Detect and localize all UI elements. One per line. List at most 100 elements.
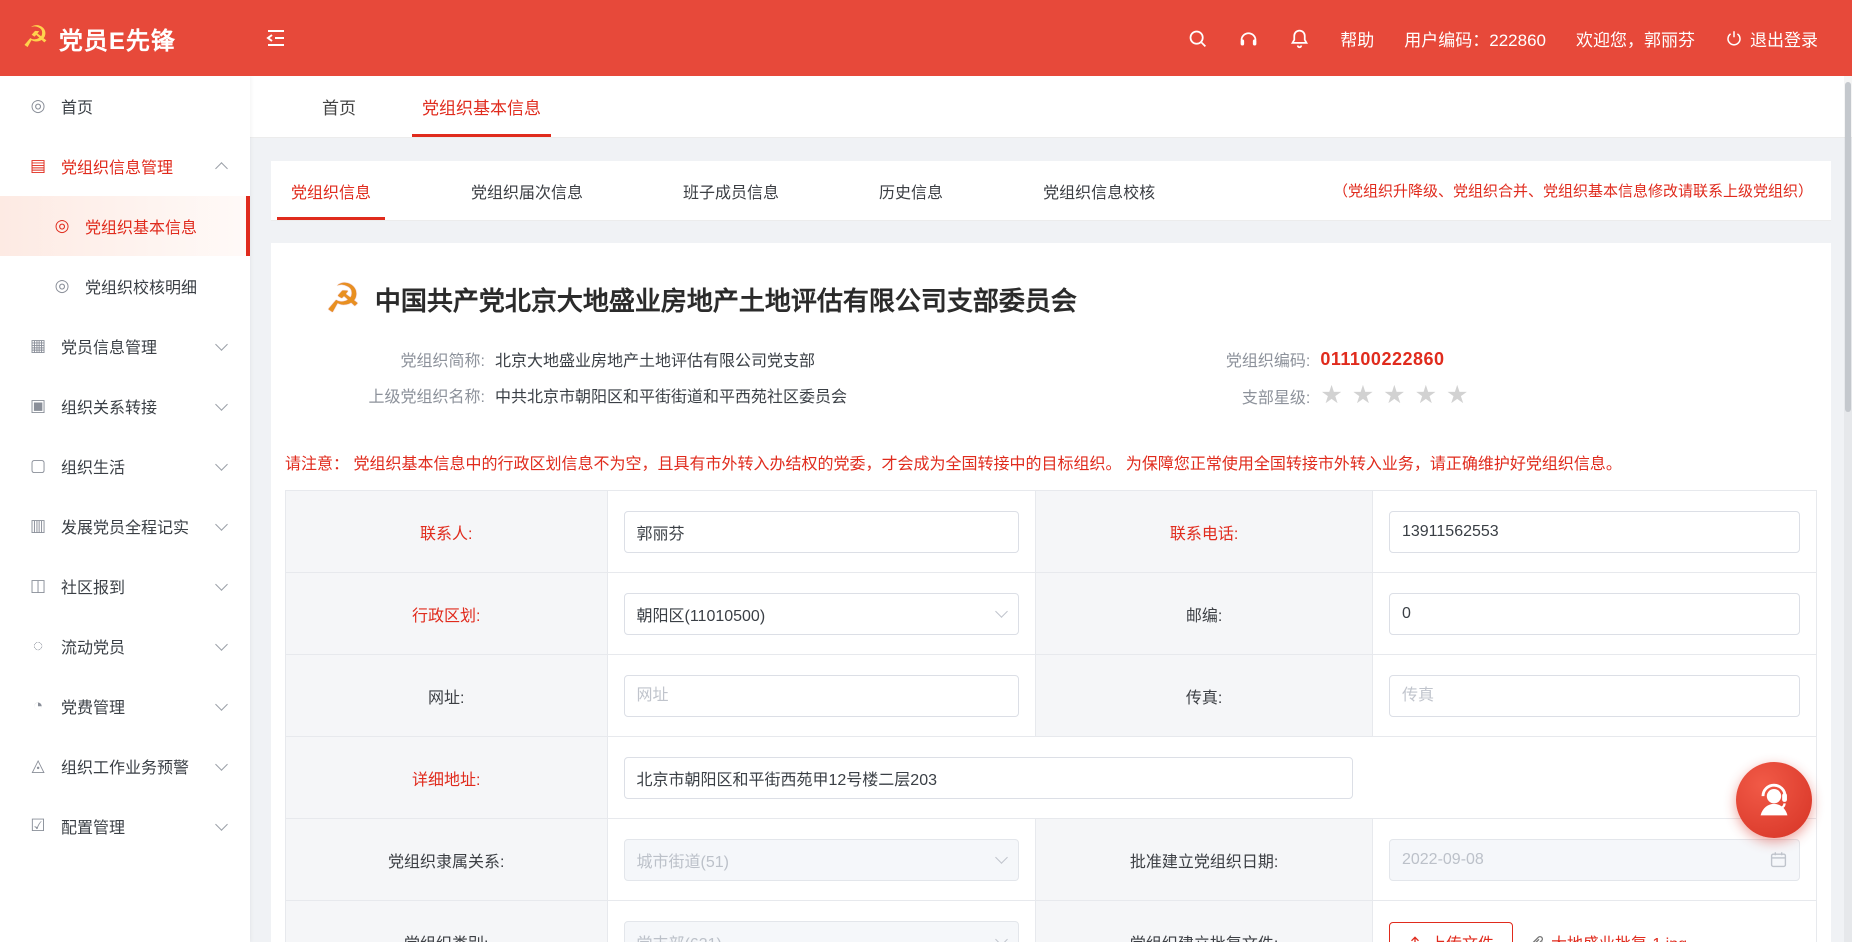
chevron-down-icon (215, 698, 228, 711)
sidebar-item-home[interactable]: ◎ 首页 (0, 76, 250, 136)
approval-date-input[interactable]: 2022-09-08 (1389, 839, 1800, 881)
subtab-org-info[interactable]: 党组织信息 (285, 161, 377, 220)
sidebar-item-org-basic-info[interactable]: ◎ 党组织基本信息 (0, 196, 250, 256)
scrollbar-thumb[interactable] (1845, 82, 1851, 412)
chevron-up-icon (215, 162, 228, 175)
bell-icon[interactable] (1289, 28, 1310, 49)
parent-org-value: 中共北京市朝阳区和平街街道和平西苑社区委员会 (495, 383, 847, 407)
org-title: 中国共产党北京大地盛业房地产土地评估有限公司支部委员会 (375, 281, 1077, 318)
grid-icon: ▦ (28, 336, 48, 356)
website-input[interactable] (624, 675, 1020, 717)
sidebar-item-fee-mgmt[interactable]: ◔ 党费管理 (0, 676, 250, 736)
fax-input[interactable] (1389, 675, 1800, 717)
chevron-down-icon (215, 818, 228, 831)
upload-file-button[interactable]: 上传文件 (1389, 922, 1513, 942)
logout-button[interactable]: 退出登录 (1725, 26, 1818, 51)
brand: ☭ 党员E先锋 (0, 21, 250, 56)
sidebar-item-org-info-mgmt[interactable]: ▤ 党组织信息管理 (0, 136, 250, 196)
org-category-select[interactable]: 党支部(631) (624, 921, 1020, 942)
approval-file-label: 党组织建立批复文件: (1036, 901, 1373, 942)
sidebar-item-config-mgmt[interactable]: ☑ 配置管理 (0, 796, 250, 856)
notebook-icon: ▥ (28, 516, 48, 536)
chevron-down-icon (215, 338, 228, 351)
sidebar-item-org-check-detail[interactable]: ◎ 党组织校核明细 (0, 256, 250, 316)
party-emblem-icon: ☭ (22, 23, 49, 53)
fax-label: 传真: (1036, 655, 1373, 737)
tab-org-basic-info[interactable]: 党组织基本信息 (412, 76, 551, 137)
sidebar-item-community-checkin[interactable]: ◫ 社区报到 (0, 556, 250, 616)
app-root: ☭ 党员E先锋 帮助 用户编码：222860 欢迎您，郭丽芬 退出登录 (0, 0, 1852, 942)
collapse-sidebar-icon[interactable] (264, 26, 288, 50)
welcome-text: 欢迎您，郭丽芬 (1576, 26, 1695, 51)
tab-home[interactable]: 首页 (312, 76, 366, 137)
contact-label: 联系人: (286, 491, 608, 573)
sidebar-item-mobile-member[interactable]: ◌ 流动党员 (0, 616, 250, 676)
sidebar-item-member-info-mgmt[interactable]: ▦ 党员信息管理 (0, 316, 250, 376)
chevron-down-icon (995, 933, 1008, 942)
address-input[interactable] (624, 757, 1353, 799)
chevron-down-icon (215, 578, 228, 591)
help-link[interactable]: 帮助 (1340, 26, 1374, 51)
sidebar: ◎ 首页 ▤ 党组织信息管理 ◎ 党组织基本信息 ◎ 党组织校核明细 ▦ 党员信… (0, 76, 250, 942)
address-label: 详细地址: (286, 737, 608, 819)
chevron-down-icon (995, 851, 1008, 864)
paperclip-icon (1529, 934, 1545, 942)
attachment-link[interactable]: 大地盛业批复-1.jpg (1529, 930, 1687, 942)
party-emblem-icon: ☭ (325, 279, 361, 319)
form-row: 详细地址: (286, 737, 1817, 819)
sidebar-item-org-life[interactable]: ▢ 组织生活 (0, 436, 250, 496)
circle-icon: ◎ (52, 216, 72, 236)
upload-icon (1408, 935, 1422, 942)
search-icon[interactable] (1187, 28, 1208, 49)
subtab-org-term-info[interactable]: 党组织届次信息 (465, 161, 589, 220)
circle-icon: ◎ (52, 276, 72, 296)
home-icon: ◎ (28, 96, 48, 116)
chevron-down-icon (215, 398, 228, 411)
customer-service-button[interactable] (1736, 762, 1812, 838)
postcode-input[interactable] (1389, 593, 1800, 635)
subtab-notice: （党组织升降级、党组织合并、党组织基本信息修改请联系上级党组织） (1333, 180, 1831, 201)
form-row: 网址: 传真: (286, 655, 1817, 737)
subtab-org-info-check[interactable]: 党组织信息校核 (1037, 161, 1161, 220)
sidebar-item-relation-transfer[interactable]: ▣ 组织关系转接 (0, 376, 250, 436)
approval-date-label: 批准建立党组织日期: (1036, 819, 1373, 901)
headset-person-icon (1751, 777, 1797, 823)
brand-title: 党员E先锋 (59, 21, 176, 56)
star-rating: ★★★★★ (1320, 383, 1477, 408)
people-icon: ◫ (28, 576, 48, 596)
contact-input[interactable] (624, 511, 1020, 553)
affiliation-select[interactable]: 城市街道(51) (624, 839, 1020, 881)
org-short-name-value: 北京大地盛业房地产土地评估有限公司党支部 (495, 347, 815, 371)
coin-icon: ◔ (28, 696, 48, 716)
calendar-icon (1770, 851, 1787, 868)
org-info-form: 联系人: 联系电话: 行政区划: 朝阳区(11010500) (285, 490, 1817, 942)
frame-icon: ▢ (28, 456, 48, 476)
page-tab-bar: 首页 党组织基本信息 (250, 76, 1852, 138)
form-row: 行政区划: 朝阳区(11010500) 邮编: (286, 573, 1817, 655)
chevron-down-icon (215, 458, 228, 471)
warning-icon: ◬ (28, 756, 48, 776)
sidebar-item-develop-member-record[interactable]: ▥ 发展党员全程记实 (0, 496, 250, 556)
user-code-text: 用户编码：222860 (1404, 26, 1546, 51)
dotted-circle-icon: ◌ (28, 636, 48, 656)
org-short-name-label: 党组织简称: (325, 347, 485, 371)
vertical-scrollbar[interactable] (1844, 76, 1852, 942)
parent-org-label: 上级党组织名称: (325, 383, 485, 407)
org-code-label: 党组织编码: (1190, 347, 1310, 371)
phone-input[interactable] (1389, 511, 1800, 553)
main-area: 首页 党组织基本信息 党组织信息 党组织届次信息 班子成员信息 历史信息 党组织… (250, 76, 1852, 942)
district-select[interactable]: 朝阳区(11010500) (624, 593, 1020, 635)
chevron-down-icon (215, 758, 228, 771)
sidebar-item-business-warning[interactable]: ◬ 组织工作业务预警 (0, 736, 250, 796)
logout-icon (1725, 29, 1743, 47)
subtab-team-member-info[interactable]: 班子成员信息 (677, 161, 785, 220)
org-code-value: 011100222860 (1320, 349, 1444, 370)
org-info-card: ☭ 中国共产党北京大地盛业房地产土地评估有限公司支部委员会 党组织简称: 北京大… (271, 243, 1831, 942)
postcode-label: 邮编: (1036, 573, 1373, 655)
form-row: 联系人: 联系电话: (286, 491, 1817, 573)
affiliation-label: 党组织隶属关系: (286, 819, 608, 901)
headset-icon[interactable] (1238, 28, 1259, 49)
form-row: 党组织类别: 党支部(631) 党组织建立批复文件: (286, 901, 1817, 942)
form-row: 党组织隶属关系: 城市街道(51) 批准建立党组织日期: 2022-09-08 (286, 819, 1817, 901)
subtab-history-info[interactable]: 历史信息 (873, 161, 949, 220)
